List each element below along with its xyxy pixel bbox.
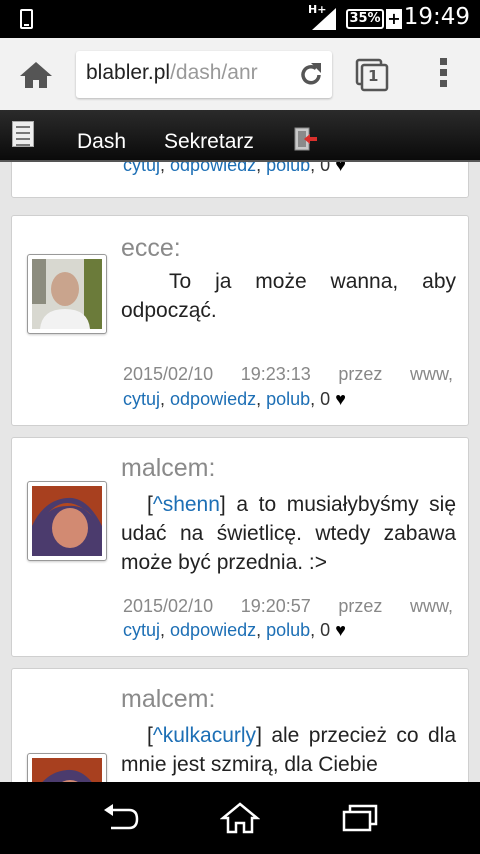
status-bar: H+ 35% + 19:49 (0, 0, 480, 38)
like-link[interactable]: polub (266, 162, 310, 175)
mention-link[interactable]: ^kulkacurly (153, 724, 256, 747)
post-card: malcem: [^kulkacurly] ale przecież co dl… (11, 668, 469, 782)
post-author[interactable]: malcem: (121, 454, 215, 483)
post-source: www, (409, 364, 453, 384)
heart-icon: ♥ (335, 620, 346, 640)
home-icon[interactable] (18, 60, 54, 90)
overflow-menu-icon[interactable] (437, 58, 449, 92)
post-card: ecce: To ja może wanna, aby odpocząć. 20… (11, 215, 469, 426)
avatar-photo (32, 758, 102, 782)
browser-toolbar: blabler.pl/dash/anr 1 (0, 38, 480, 110)
like-link[interactable]: polub (266, 389, 310, 409)
post-author[interactable]: ecce: (121, 234, 181, 263)
back-icon[interactable] (101, 802, 141, 834)
post-card: malcem: [^shenn] a to musiałybyśmy się u… (11, 437, 469, 657)
clock: 19:49 (403, 4, 470, 30)
post-date: 2015/02/10 (123, 596, 214, 616)
reply-link[interactable]: odpowiedz (170, 620, 256, 640)
reply-link[interactable]: odpowiedz (170, 389, 256, 409)
address-bar[interactable]: blabler.pl/dash/anr (76, 51, 332, 98)
phone-icon (20, 9, 33, 29)
post-actions: cytuj, odpowiedz, polub, 0 ♥ (123, 389, 346, 409)
system-navigation-bar (0, 782, 480, 854)
like-count: 0 (320, 389, 331, 409)
post-card: cytuj, odpowiedz, polub, 0 ♥ (11, 162, 469, 198)
charging-icon: + (386, 9, 402, 29)
heart-icon: ♥ (335, 389, 346, 409)
battery-level: 35% (346, 9, 384, 29)
avatar[interactable] (27, 481, 107, 561)
post-actions: cytuj, odpowiedz, polub, 0 ♥ (123, 620, 346, 640)
post-actions: cytuj, odpowiedz, polub, 0 ♥ (123, 162, 346, 176)
nav-sekretarz[interactable]: Sekretarz (164, 130, 254, 154)
feed: cytuj, odpowiedz, polub, 0 ♥ ecce: To ja… (0, 162, 480, 782)
document-icon[interactable] (12, 121, 34, 147)
post-text: [^shenn] a to musiałybyśmy się udać na ś… (121, 493, 456, 574)
post-source: www, (409, 596, 453, 616)
reload-icon[interactable] (296, 60, 326, 90)
nav-dash[interactable]: Dash (77, 130, 126, 154)
recent-apps-icon[interactable] (340, 802, 380, 834)
avatar[interactable] (27, 753, 107, 782)
avatar-photo (32, 486, 102, 556)
network-type: H+ (308, 3, 327, 16)
avatar[interactable] (27, 254, 107, 334)
quote-link[interactable]: cytuj (123, 620, 160, 640)
like-count: 0 (320, 162, 331, 175)
reply-link[interactable]: odpowiedz (170, 162, 256, 175)
heart-icon: ♥ (335, 162, 346, 175)
quote-link[interactable]: cytuj (123, 162, 160, 175)
post-time: 19:20:57 (240, 596, 311, 616)
post-text: [^kulkacurly] ale przecież co dla mnie j… (121, 724, 456, 776)
logout-icon[interactable] (294, 127, 318, 151)
post-time: 19:23:13 (240, 364, 311, 384)
post-date: 2015/02/10 (123, 364, 214, 384)
post-author[interactable]: malcem: (121, 685, 215, 714)
quote-link[interactable]: cytuj (123, 389, 160, 409)
url-path: /dash/anr (170, 61, 258, 84)
post-text: To ja może wanna, aby odpocząć. (121, 270, 456, 322)
tabs-count: 1 (368, 67, 379, 85)
home-nav-icon[interactable] (220, 802, 260, 834)
url-host: blabler.pl (86, 61, 171, 84)
post-meta: 2015/02/10 19:23:13 przez www, (123, 364, 453, 384)
avatar-photo (32, 259, 102, 329)
mention-link[interactable]: ^shenn (153, 493, 220, 516)
like-link[interactable]: polub (266, 620, 310, 640)
like-count: 0 (320, 620, 331, 640)
url-text[interactable]: blabler.pl/dash/anr (86, 61, 258, 85)
site-navigation: Dash Sekretarz (0, 110, 480, 162)
post-meta: 2015/02/10 19:20:57 przez www, (123, 596, 453, 616)
